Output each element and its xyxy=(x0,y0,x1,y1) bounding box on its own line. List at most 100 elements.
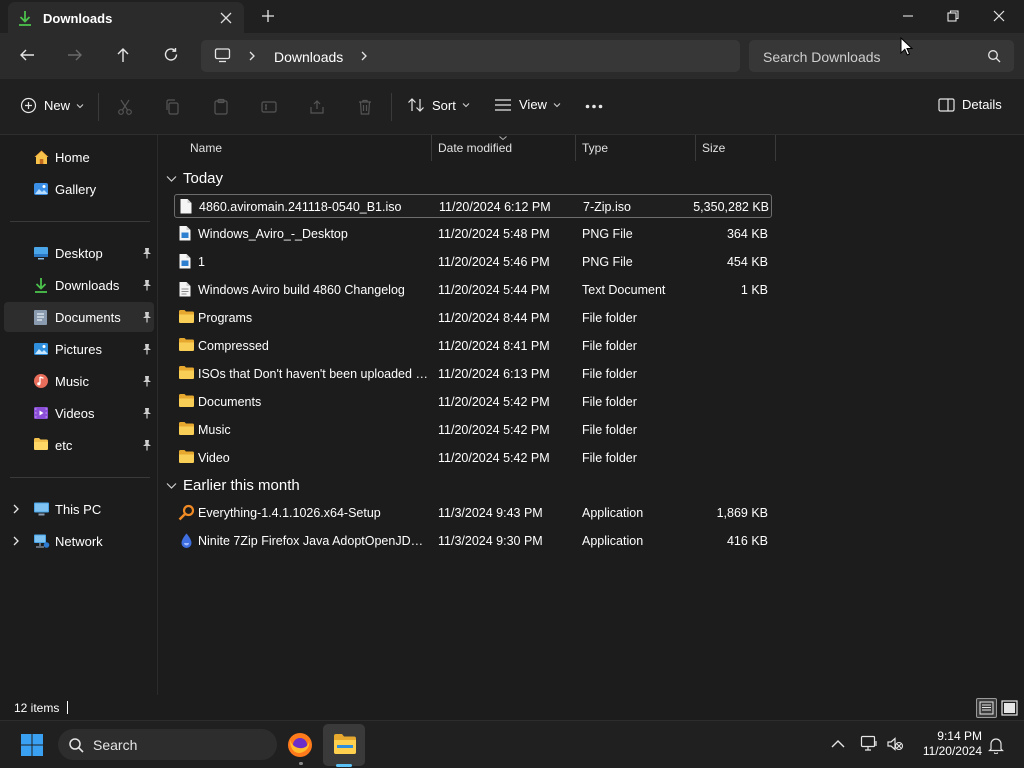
file-row[interactable]: Windows Aviro build 4860 Changelog 11/20… xyxy=(174,278,772,302)
rename-icon[interactable] xyxy=(260,98,278,116)
pc-icon xyxy=(33,501,50,517)
pin-icon[interactable] xyxy=(142,247,152,259)
folder-row[interactable]: ISOs that Don't haven't been uploaded ye… xyxy=(174,362,772,386)
chevron-right-icon[interactable] xyxy=(11,503,21,515)
folder-icon xyxy=(178,337,195,352)
view-button[interactable]: View xyxy=(494,97,561,112)
column-divider[interactable] xyxy=(575,135,576,161)
sidebar-item-music[interactable]: Music xyxy=(4,366,154,396)
up-arrow-icon[interactable] xyxy=(114,46,132,64)
new-tab-icon[interactable] xyxy=(260,8,276,24)
sort-button[interactable]: Sort xyxy=(407,97,470,113)
sidebar-item-network[interactable]: Network xyxy=(4,526,154,556)
ninite-app-icon xyxy=(178,532,195,549)
refresh-icon[interactable] xyxy=(162,46,180,64)
running-indicator xyxy=(299,762,303,765)
sidebar-item-home[interactable]: Home xyxy=(4,142,154,172)
file-list-pane: Name Date modified Type Size Today 4860.… xyxy=(158,135,1024,695)
toolbar-divider xyxy=(391,93,392,121)
system-clock[interactable]: 9:14 PM 11/20/2024 xyxy=(910,729,982,759)
sidebar-item-desktop[interactable]: Desktop xyxy=(4,238,154,268)
tab-downloads[interactable]: Downloads xyxy=(8,2,244,33)
music-icon xyxy=(33,373,49,389)
status-bar: 12 items xyxy=(0,695,1024,720)
file-row[interactable]: Ninite 7Zip Firefox Java AdoptOpenJDK x.… xyxy=(174,529,772,553)
windows-start-icon[interactable] xyxy=(20,733,44,757)
file-row[interactable]: 1 11/20/2024 5:46 PM PNG File 454 KB xyxy=(174,250,772,274)
pin-icon[interactable] xyxy=(142,343,152,355)
network-status-icon[interactable] xyxy=(860,735,880,753)
sidebar-item-pictures[interactable]: Pictures xyxy=(4,334,154,364)
more-options-icon[interactable] xyxy=(585,104,603,109)
sidebar-item-videos[interactable]: Videos xyxy=(4,398,154,428)
forward-arrow-icon[interactable] xyxy=(66,46,84,64)
chevron-down-icon xyxy=(462,102,470,108)
sidebar-item-downloads[interactable]: Downloads xyxy=(4,270,154,300)
folder-row[interactable]: Programs 11/20/2024 8:44 PM File folder xyxy=(174,306,772,330)
pc-icon[interactable] xyxy=(214,48,231,63)
column-divider[interactable] xyxy=(695,135,696,161)
volume-muted-icon[interactable] xyxy=(886,735,904,753)
group-header-today[interactable]: Today xyxy=(166,170,223,187)
restore-icon[interactable] xyxy=(943,6,963,26)
minimize-icon[interactable] xyxy=(898,6,918,26)
search-input[interactable]: Search Downloads xyxy=(749,40,1014,72)
delete-icon[interactable] xyxy=(356,98,374,116)
share-icon[interactable] xyxy=(308,98,326,116)
details-view-button[interactable] xyxy=(976,698,997,718)
notification-bell-icon[interactable] xyxy=(988,736,1004,754)
videos-icon xyxy=(33,405,49,421)
tiles-view-button[interactable] xyxy=(999,698,1020,718)
group-header-earlier-this-month[interactable]: Earlier this month xyxy=(166,477,300,494)
folder-row[interactable]: Video 11/20/2024 5:42 PM File folder xyxy=(174,446,772,470)
clock-date: 11/20/2024 xyxy=(922,744,982,758)
column-header-size[interactable]: Size xyxy=(702,135,725,161)
chevron-up-icon[interactable] xyxy=(830,737,846,751)
column-header-name[interactable]: Name xyxy=(190,135,222,161)
close-window-icon[interactable] xyxy=(989,6,1009,26)
sidebar-item-this-pc[interactable]: This PC xyxy=(4,494,154,524)
folder-row[interactable]: Documents 11/20/2024 5:42 PM File folder xyxy=(174,390,772,414)
chevron-right-icon[interactable] xyxy=(247,50,257,62)
details-button[interactable]: Details xyxy=(938,97,1002,112)
title-bar: Downloads xyxy=(0,0,1024,33)
chevron-right-icon[interactable] xyxy=(359,50,369,62)
sidebar-item-etc[interactable]: etc xyxy=(4,430,154,460)
copy-icon[interactable] xyxy=(164,98,182,116)
cut-icon[interactable] xyxy=(116,98,134,116)
file-row[interactable]: 4860.aviromain.241118-0540_B1.iso 11/20/… xyxy=(174,194,772,218)
pin-icon[interactable] xyxy=(142,311,152,323)
column-header-type[interactable]: Type xyxy=(582,135,608,161)
close-tab-icon[interactable] xyxy=(218,10,234,26)
chevron-down-icon xyxy=(166,175,177,183)
chevron-right-icon[interactable] xyxy=(11,535,21,547)
paste-icon[interactable] xyxy=(212,98,230,116)
search-icon[interactable] xyxy=(987,49,1001,63)
column-divider[interactable] xyxy=(775,135,776,161)
address-bar[interactable]: Downloads xyxy=(201,40,740,72)
file-explorer-icon xyxy=(333,733,357,755)
pin-icon[interactable] xyxy=(142,279,152,291)
sort-label: Sort xyxy=(432,97,456,113)
documents-icon xyxy=(33,309,48,326)
breadcrumb-downloads[interactable]: Downloads xyxy=(274,49,343,65)
taskbar-search[interactable]: Search xyxy=(58,729,277,760)
file-explorer-taskbar-button[interactable] xyxy=(323,724,365,766)
view-label: View xyxy=(519,97,547,112)
pin-icon[interactable] xyxy=(142,439,152,451)
column-header-date[interactable]: Date modified xyxy=(438,135,512,161)
file-row[interactable]: Everything-1.4.1.1026.x64-Setup 11/3/202… xyxy=(174,501,772,525)
column-divider[interactable] xyxy=(431,135,432,161)
navigation-pane: Home Gallery Desktop Downloads Documents xyxy=(0,135,158,695)
sidebar-item-documents[interactable]: Documents xyxy=(4,302,154,332)
pin-icon[interactable] xyxy=(142,375,152,387)
folder-row[interactable]: Music 11/20/2024 5:42 PM File folder xyxy=(174,418,772,442)
back-arrow-icon[interactable] xyxy=(18,46,36,64)
firefox-icon[interactable] xyxy=(286,731,314,759)
folder-row[interactable]: Compressed 11/20/2024 8:41 PM File folde… xyxy=(174,334,772,358)
pin-icon[interactable] xyxy=(142,407,152,419)
new-button[interactable]: New xyxy=(20,97,84,114)
sidebar-item-gallery[interactable]: Gallery xyxy=(4,174,154,204)
file-row[interactable]: Windows_Aviro_-_Desktop 11/20/2024 5:48 … xyxy=(174,222,772,246)
search-app-icon xyxy=(178,504,195,521)
